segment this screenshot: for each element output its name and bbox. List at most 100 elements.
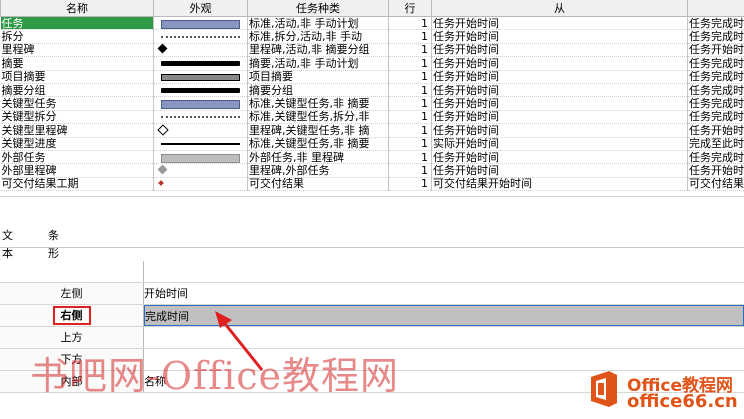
bar-style-from[interactable]: 任务开始时间 (431, 16, 688, 31)
bar-style-name[interactable]: 摘要 (0, 56, 154, 71)
bar-style-appearance[interactable] (153, 123, 248, 138)
bar-style-row[interactable]: 摘要 摘要,活动,非 手动计划1任务开始时间任务完成时间 (0, 56, 744, 71)
bar-style-task-kind[interactable]: 标准,关键型任务,非 摘要 (247, 137, 389, 151)
bar-style-row-number[interactable]: 1 (388, 110, 432, 125)
bar-style-name[interactable]: 关键型任务 (0, 96, 154, 111)
bar-style-name[interactable]: 可交付结果工期 (0, 177, 154, 192)
bar-style-to[interactable]: 任务开始时间 (687, 43, 744, 58)
bar-style-appearance[interactable] (153, 43, 248, 58)
bar-style-from[interactable]: 任务开始时间 (431, 96, 688, 111)
bar-style-row-number[interactable]: 1 (388, 29, 432, 44)
bar-style-from[interactable]: 任务开始时间 (431, 110, 688, 125)
bar-style-appearance[interactable] (153, 56, 248, 71)
bar-style-task-kind[interactable]: 标准,关键型任务,拆分,非 (247, 110, 389, 125)
column-header-name[interactable]: 名称 (0, 0, 154, 17)
bar-style-row[interactable]: 任务 标准,活动,非 手动计划1任务开始时间任务完成时间 (0, 16, 744, 31)
bar-style-row[interactable]: 关键型里程碑里程碑,关键型任务,非 摘1任务开始时间任务开始时间 (0, 123, 744, 138)
bar-style-task-kind[interactable]: 标准,关键型任务,非 摘要 (247, 96, 389, 111)
bar-style-row[interactable]: 外部里程碑里程碑,外部任务1任务开始时间任务开始时间 (0, 163, 744, 178)
bar-style-from[interactable]: 任务开始时间 (431, 29, 688, 44)
bar-style-to[interactable]: 任务完成时间 (687, 110, 744, 125)
bar-style-name[interactable]: 外部里程碑 (0, 163, 154, 178)
bar-style-row[interactable]: 关键型进度 标准,关键型任务,非 摘要1实际开始时间完成至此时间 (0, 137, 744, 151)
bar-style-row-number[interactable]: 1 (388, 137, 432, 151)
bar-style-row[interactable]: 可交付结果工期 可交付结果 1 可交付结果开始时间 可交付结果 (0, 177, 744, 192)
bar-style-task-kind[interactable]: 标准,活动,非 手动计划 (247, 16, 389, 31)
bar-style-name[interactable]: 外部任务 (0, 150, 154, 165)
bar-style-to[interactable]: 可交付结果 (687, 177, 744, 192)
position-row-right[interactable]: 右侧 完成时间 (0, 305, 744, 327)
bar-style-appearance[interactable] (153, 110, 248, 125)
bar-style-row[interactable]: 外部任务 外部任务,非 里程碑1任务开始时间任务完成时间 (0, 150, 744, 165)
bar-style-name[interactable]: 任务 (0, 16, 154, 31)
bar-style-appearance[interactable] (153, 163, 248, 178)
bar-style-row-number[interactable]: 1 (388, 16, 432, 31)
tab-text[interactable]: 文本 (2, 227, 13, 260)
bar-style-to[interactable]: 任务完成时间 (687, 16, 744, 31)
bar-style-from[interactable]: 任务开始时间 (431, 150, 688, 165)
bar-style-to[interactable]: 任务完成时间 (687, 83, 744, 98)
column-header-row[interactable]: 行 (388, 0, 432, 17)
bar-style-row-number[interactable]: 1 (388, 163, 432, 178)
bar-style-from[interactable]: 任务开始时间 (431, 83, 688, 98)
bar-style-name[interactable]: 拆分 (0, 29, 154, 44)
bar-style-name[interactable]: 摘要分组 (0, 83, 154, 98)
bar-style-task-kind[interactable]: 摘要,活动,非 手动计划 (247, 56, 389, 71)
bar-style-from[interactable]: 可交付结果开始时间 (431, 177, 688, 192)
bar-style-name[interactable]: 项目摘要 (0, 70, 154, 84)
bar-style-row[interactable]: 关键型拆分 标准,关键型任务,拆分,非1任务开始时间任务完成时间 (0, 110, 744, 125)
column-header-from[interactable]: 从 (431, 0, 688, 17)
column-header-appearance[interactable]: 外观 (153, 0, 248, 17)
bar-style-task-kind[interactable]: 标准,拆分,活动,非 手动 (247, 29, 389, 44)
bar-style-name[interactable]: 关键型拆分 (0, 110, 154, 125)
bar-style-task-kind[interactable]: 里程碑,活动,非 摘要分组 (247, 43, 389, 58)
bar-style-row-number[interactable]: 1 (388, 96, 432, 111)
bar-style-row-number[interactable]: 1 (388, 70, 432, 84)
bar-style-task-kind[interactable]: 里程碑,关键型任务,非 摘 (247, 123, 389, 138)
bar-style-row-number[interactable]: 1 (388, 177, 432, 192)
bar-style-task-kind[interactable]: 摘要分组 (247, 83, 389, 98)
tab-bar-shape[interactable]: 条形图 (48, 227, 59, 278)
bar-style-to[interactable]: 完成至此时间 (687, 137, 744, 151)
bar-style-appearance[interactable] (153, 70, 248, 84)
bar-style-to[interactable]: 任务完成时间 (687, 96, 744, 111)
bar-style-from[interactable]: 实际开始时间 (431, 137, 688, 151)
bar-style-appearance[interactable] (153, 137, 248, 151)
bar-style-row[interactable]: 里程碑里程碑,活动,非 摘要分组1任务开始时间任务开始时间 (0, 43, 744, 58)
bar-style-appearance[interactable] (153, 150, 248, 165)
bar-style-row-number[interactable]: 1 (388, 150, 432, 165)
position-value-right[interactable]: 完成时间 (144, 305, 744, 326)
bar-style-appearance[interactable] (153, 177, 248, 192)
bar-style-task-kind[interactable]: 项目摘要 (247, 70, 389, 84)
bar-style-appearance[interactable] (153, 96, 248, 111)
bar-style-to[interactable]: 任务完成时间 (687, 150, 744, 165)
bar-style-to[interactable]: 任务开始时间 (687, 163, 744, 178)
position-row-left[interactable]: 左侧 开始时间 (0, 283, 744, 305)
bar-style-row-number[interactable]: 1 (388, 123, 432, 138)
bar-style-name[interactable]: 里程碑 (0, 43, 154, 58)
bar-style-row[interactable]: 摘要分组摘要分组1任务开始时间任务完成时间 (0, 83, 744, 98)
bar-style-name[interactable]: 关键型里程碑 (0, 123, 154, 138)
bar-style-to[interactable]: 任务开始时间 (687, 123, 744, 138)
bar-style-row-number[interactable]: 1 (388, 83, 432, 98)
bar-style-row-number[interactable]: 1 (388, 56, 432, 71)
bar-style-appearance[interactable] (153, 16, 248, 31)
bar-style-to[interactable]: 任务完成时间 (687, 56, 744, 71)
bar-style-to[interactable]: 任务完成时间 (687, 29, 744, 44)
bar-style-row-number[interactable]: 1 (388, 43, 432, 58)
bar-style-from[interactable]: 任务开始时间 (431, 43, 688, 58)
bar-style-to[interactable]: 任务完成时间 (687, 70, 744, 84)
bar-style-appearance[interactable] (153, 83, 248, 98)
position-value-left[interactable]: 开始时间 (144, 283, 744, 304)
bar-style-from[interactable]: 任务开始时间 (431, 56, 688, 71)
bar-style-task-kind[interactable]: 外部任务,非 里程碑 (247, 150, 389, 165)
bar-style-from[interactable]: 任务开始时间 (431, 70, 688, 84)
bar-style-name[interactable]: 关键型进度 (0, 137, 154, 151)
bar-style-row[interactable]: 拆分 标准,拆分,活动,非 手动1任务开始时间任务完成时间 (0, 29, 744, 44)
column-header-to[interactable] (687, 0, 744, 17)
bar-style-from[interactable]: 任务开始时间 (431, 163, 688, 178)
column-header-task-kind[interactable]: 任务种类 (247, 0, 389, 17)
bar-style-row[interactable]: 关键型任务 标准,关键型任务,非 摘要1任务开始时间任务完成时间 (0, 96, 744, 111)
bar-style-row[interactable]: 项目摘要项目摘要1任务开始时间任务完成时间 (0, 70, 744, 84)
bar-style-task-kind[interactable]: 里程碑,外部任务 (247, 163, 389, 178)
